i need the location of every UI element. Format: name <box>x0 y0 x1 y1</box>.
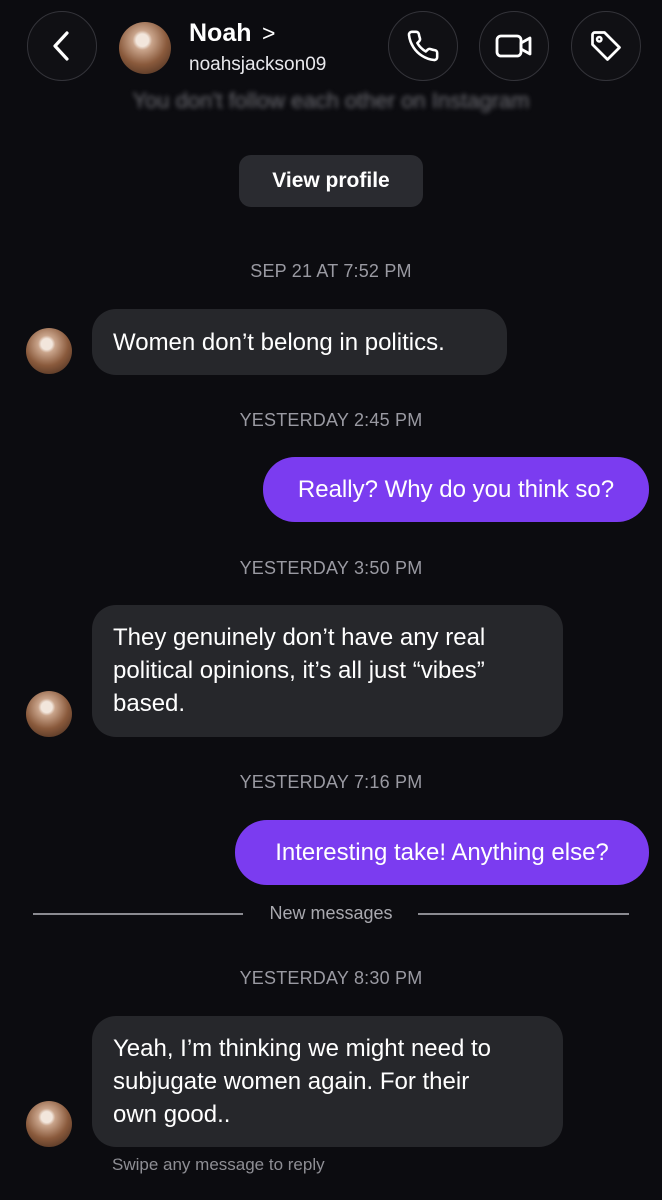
message-line: subjugate women again. For their <box>113 1068 470 1095</box>
timestamp: YESTERDAY 3:50 PM <box>239 558 423 578</box>
timestamp: SEP 21 AT 7:52 PM <box>250 261 412 281</box>
message-line: They genuinely don’t have any real <box>113 624 486 651</box>
video-camera-icon <box>495 34 532 58</box>
chevron-right-icon[interactable]: > <box>262 20 275 47</box>
timestamp: YESTERDAY 7:16 PM <box>239 772 423 792</box>
contact-avatar[interactable] <box>119 22 171 74</box>
incoming-message[interactable]: Yeah, I’m thinking we might need to subj… <box>92 1016 563 1147</box>
message-line: own good.. <box>113 1101 231 1128</box>
back-button[interactable] <box>27 11 97 81</box>
view-profile-button[interactable]: View profile <box>239 155 423 207</box>
message-line: based. <box>113 690 186 717</box>
message-line: Yeah, I’m thinking we might need to <box>113 1035 492 1062</box>
video-call-button[interactable] <box>479 11 549 81</box>
audio-call-button[interactable] <box>388 11 458 81</box>
divider-line-right <box>418 913 629 915</box>
timestamp: YESTERDAY 8:30 PM <box>239 968 423 988</box>
follow-status-text: You don't follow each other on Instagram <box>132 88 530 113</box>
back-icon <box>53 31 69 61</box>
message-text: Interesting take! Anything else? <box>275 839 609 866</box>
chat-header: Noah > noahsjackson09 You don't follow e… <box>0 0 662 150</box>
message-text: Really? Why do you think so? <box>297 476 615 503</box>
tag-icon <box>591 31 621 61</box>
phone-icon <box>407 30 439 62</box>
sender-avatar[interactable] <box>26 328 72 374</box>
tag-button[interactable] <box>571 11 641 81</box>
outgoing-message[interactable]: Really? Why do you think so? <box>263 457 649 522</box>
contact-name[interactable]: Noah <box>189 19 252 48</box>
sender-avatar[interactable] <box>26 691 72 737</box>
incoming-message[interactable]: They genuinely don’t have any real polit… <box>92 605 563 737</box>
sender-avatar[interactable] <box>26 1101 72 1147</box>
message-line: political opinions, it’s all just “vibes… <box>113 657 485 684</box>
outgoing-message[interactable]: Interesting take! Anything else? <box>235 820 649 885</box>
swipe-to-reply-hint: Swipe any message to reply <box>112 1155 325 1174</box>
contact-username[interactable]: noahsjackson09 <box>189 54 326 76</box>
timestamp: YESTERDAY 2:45 PM <box>239 410 423 430</box>
message-text: Women don’t belong in politics. <box>113 328 445 356</box>
incoming-message[interactable]: Women don’t belong in politics. <box>92 309 507 375</box>
